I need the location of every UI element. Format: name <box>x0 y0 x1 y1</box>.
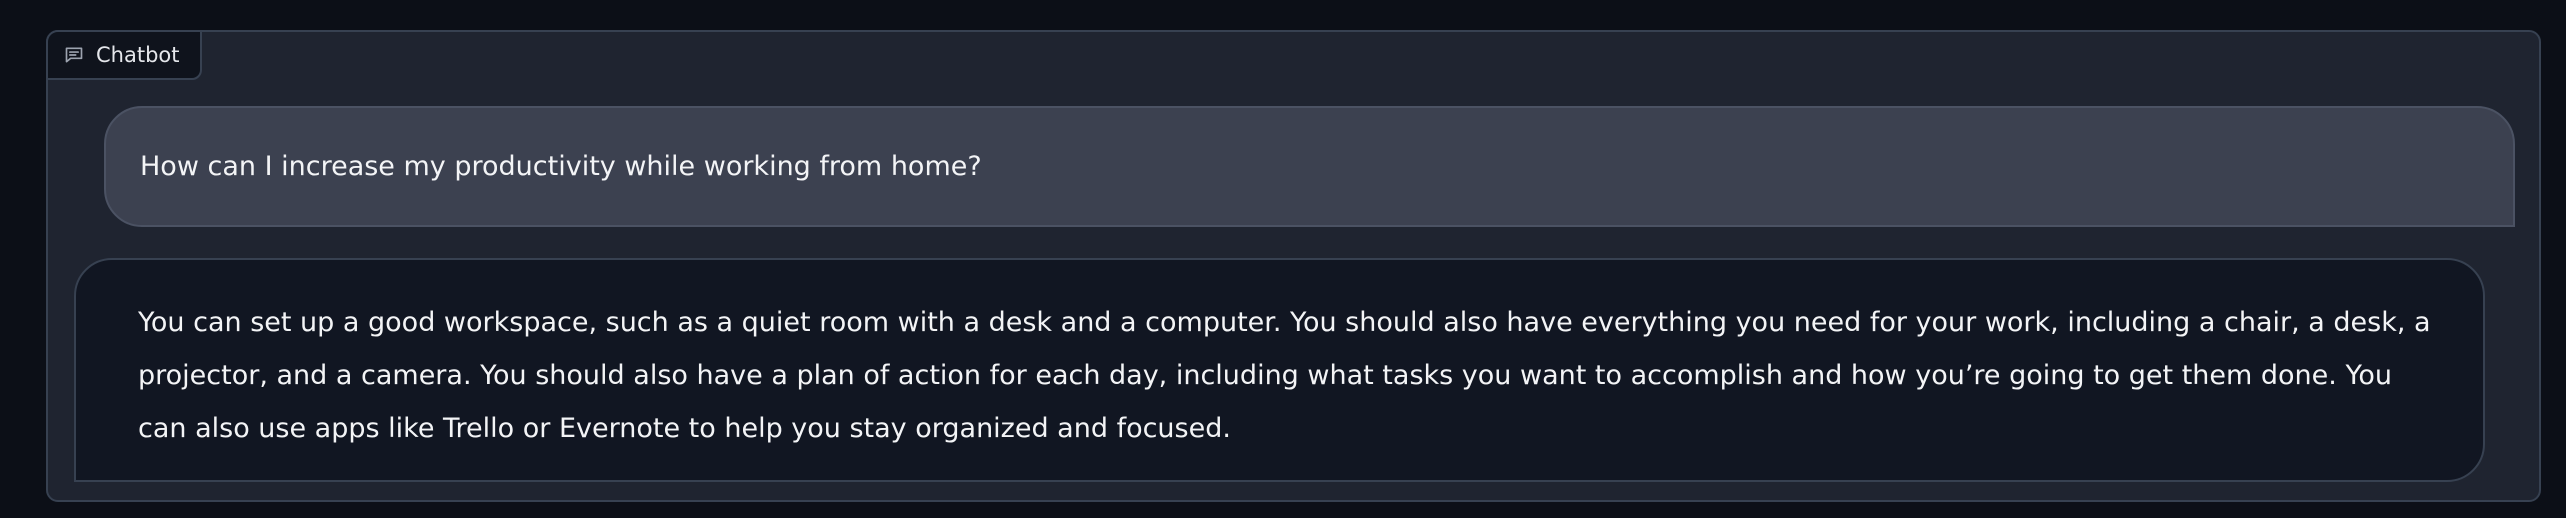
chatbot-label-text: Chatbot <box>96 43 180 67</box>
bot-message-text: You can set up a good workspace, such as… <box>138 307 2431 444</box>
bot-message: You can set up a good workspace, such as… <box>74 258 2485 482</box>
user-message: How can I increase my productivity while… <box>104 106 2515 227</box>
user-message-text: How can I increase my productivity while… <box>140 151 982 182</box>
chatbot-panel: Chatbot How can I increase my productivi… <box>46 30 2541 502</box>
chatbot-label: Chatbot <box>46 30 202 80</box>
chat-icon <box>64 45 84 65</box>
